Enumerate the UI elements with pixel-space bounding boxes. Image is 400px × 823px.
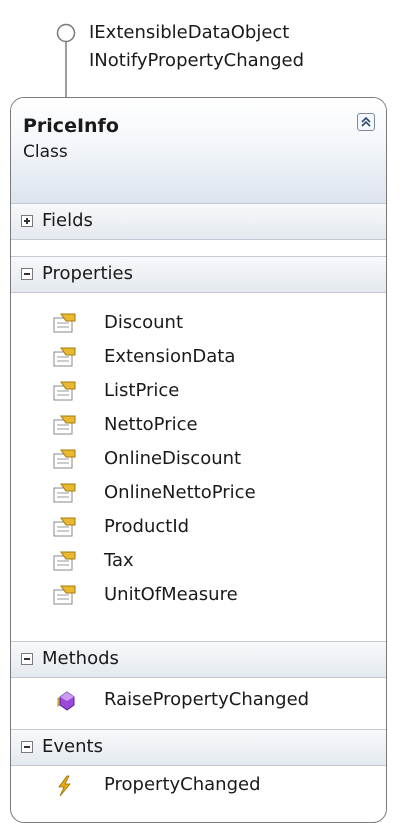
property-item[interactable]: NettoPrice	[11, 409, 386, 443]
property-icon	[53, 517, 76, 537]
property-name: ExtensionData	[104, 346, 236, 367]
class-stereotype: Class	[23, 142, 68, 162]
class-shape[interactable]: PriceInfo Class Fields Properties Discou…	[10, 97, 387, 823]
expand-icon[interactable]	[21, 215, 33, 227]
property-icon	[53, 585, 76, 605]
property-name: ProductId	[104, 516, 190, 537]
section-label: Fields	[42, 210, 93, 231]
property-item[interactable]: Discount	[11, 307, 386, 341]
event-item[interactable]: PropertyChanged	[11, 769, 386, 803]
property-name: OnlineNettoPrice	[104, 482, 256, 503]
property-icon	[53, 551, 76, 571]
property-name: ListPrice	[104, 380, 180, 401]
property-item[interactable]: ListPrice	[11, 375, 386, 409]
interface-circle	[56, 23, 76, 43]
properties-section-header[interactable]: Properties	[11, 256, 386, 293]
interface-name: IExtensibleDataObject	[89, 22, 290, 43]
property-name: Discount	[104, 312, 184, 333]
property-name: UnitOfMeasure	[104, 584, 238, 605]
property-item[interactable]: ProductId	[11, 511, 386, 545]
method-name: RaisePropertyChanged	[104, 689, 310, 710]
property-name: NettoPrice	[104, 414, 198, 435]
methods-section-header[interactable]: Methods	[11, 641, 386, 678]
property-item[interactable]: UnitOfMeasure	[11, 579, 386, 613]
property-icon	[53, 415, 76, 435]
interface-list: IExtensibleDataObject INotifyPropertyCha…	[89, 19, 304, 75]
property-icon	[53, 347, 76, 367]
collapse-icon[interactable]	[21, 653, 33, 665]
property-item[interactable]: OnlineDiscount	[11, 443, 386, 477]
collapse-icon[interactable]	[21, 268, 33, 280]
event-name: PropertyChanged	[104, 774, 261, 795]
property-name: Tax	[104, 550, 134, 571]
method-icon	[57, 691, 75, 711]
collapse-icon[interactable]	[21, 741, 33, 753]
property-icon	[53, 313, 76, 333]
property-icon	[53, 449, 76, 469]
property-icon	[53, 483, 76, 503]
collapse-button[interactable]	[357, 113, 375, 131]
property-item[interactable]: Tax	[11, 545, 386, 579]
double-chevron-up-icon	[361, 116, 371, 127]
property-item[interactable]: ExtensionData	[11, 341, 386, 375]
property-icon	[53, 381, 76, 401]
method-item[interactable]: RaisePropertyChanged	[11, 684, 386, 718]
lightning-bolt-icon	[58, 775, 71, 797]
section-label: Events	[42, 736, 103, 757]
section-label: Properties	[42, 263, 133, 284]
section-label: Methods	[42, 648, 119, 669]
class-header[interactable]: PriceInfo Class	[11, 98, 386, 204]
events-section-header[interactable]: Events	[11, 729, 386, 766]
class-name: PriceInfo	[23, 115, 119, 137]
interface-name: INotifyPropertyChanged	[89, 50, 305, 71]
property-item[interactable]: OnlineNettoPrice	[11, 477, 386, 511]
property-name: OnlineDiscount	[104, 448, 242, 469]
fields-section-header[interactable]: Fields	[11, 203, 386, 240]
